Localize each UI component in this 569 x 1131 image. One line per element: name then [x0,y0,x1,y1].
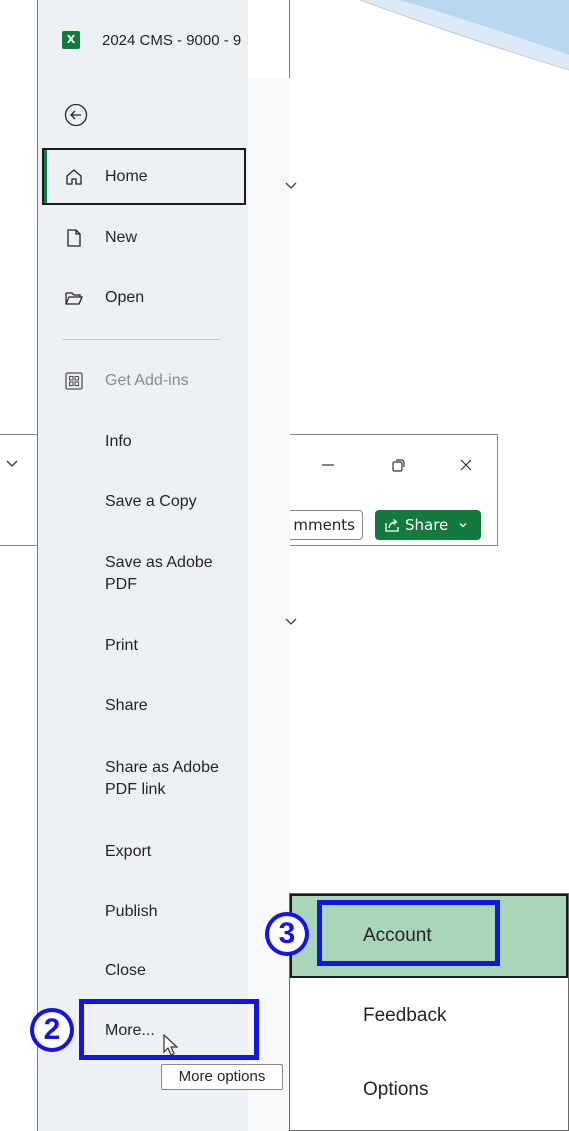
nav-print-label: Print [105,637,138,654]
nav-home-label: Home [105,167,148,185]
add-ins-icon [65,372,83,390]
nav-new-label: New [105,229,138,246]
nav-divider [62,339,220,340]
home-icon [66,168,82,185]
selected-indicator [44,150,47,203]
minimize-icon[interactable] [318,455,338,475]
more-options-tooltip: More options [161,1064,283,1090]
title-bar: X 2024 CMS - 9000 - 9 [62,31,241,49]
excel-logo-icon: X [62,31,80,49]
nav-home[interactable]: Home [42,148,246,205]
step-badge-2-label: 2 [34,1012,70,1048]
chevron-down-icon[interactable] [5,457,19,471]
nav-get-add-ins-label: Get Add-ins [105,372,189,389]
nav-open[interactable]: Open [42,270,246,326]
new-document-icon [67,229,81,247]
step-badge-2: 2 [30,1008,74,1052]
nav-share-as-adobe-pdf-link[interactable]: Share as Adobe PDF link [42,751,246,807]
file-backstage: X 2024 CMS - 9000 - 9 Home New Open Get … [37,0,297,1131]
nav-new[interactable]: New [42,210,246,266]
backstage-content-edge [248,78,297,1131]
back-arrow-icon[interactable] [64,103,88,127]
chevron-down-icon[interactable] [458,520,468,530]
submenu-options[interactable]: Options [290,1054,568,1126]
chevron-down-icon[interactable] [284,179,298,193]
submenu-feedback-label: Feedback [363,1005,447,1026]
highlight-account [317,900,500,966]
step-badge-3: 3 [265,912,309,956]
nav-publish-label: Publish [105,903,158,920]
nav-share-label: Share [105,697,148,714]
highlight-more [79,999,259,1060]
comments-button[interactable]: mments [287,510,363,540]
nav-close-label: Close [105,962,146,979]
nav-info-label: Info [105,433,132,450]
nav-info[interactable]: Info [42,414,246,470]
nav-export[interactable]: Export [42,824,246,880]
chevron-down-icon[interactable] [284,615,298,629]
share-icon [385,519,399,532]
nav-close[interactable]: Close [42,943,246,999]
nav-get-add-ins[interactable]: Get Add-ins [42,353,246,409]
comments-label: mments [293,516,355,534]
restore-icon[interactable] [388,455,408,475]
share-label: Share [405,516,449,534]
nav-share-as-adobe-pdf-link-label: Share as Adobe PDF link [105,759,219,798]
submenu-feedback[interactable]: Feedback [290,980,568,1052]
nav-save-a-copy-label: Save a Copy [105,493,197,510]
nav-publish[interactable]: Publish [42,884,246,940]
share-button[interactable]: Share [375,510,481,540]
folder-open-icon [65,292,83,305]
nav-share[interactable]: Share [42,678,246,734]
nav-open-label: Open [105,289,145,306]
nav-export-label: Export [105,843,152,860]
backstage-nav: X 2024 CMS - 9000 - 9 Home New Open Get … [38,0,248,1131]
document-title: 2024 CMS - 9000 - 9 [102,31,242,49]
nav-save-as-adobe-pdf-label: Save as Adobe PDF [105,554,213,593]
close-icon[interactable] [456,455,476,475]
submenu-options-label: Options [363,1079,429,1100]
nav-print[interactable]: Print [42,618,246,674]
step-badge-3-label: 3 [269,916,305,952]
nav-save-as-adobe-pdf[interactable]: Save as Adobe PDF [42,546,246,602]
nav-save-a-copy[interactable]: Save a Copy [42,474,246,530]
